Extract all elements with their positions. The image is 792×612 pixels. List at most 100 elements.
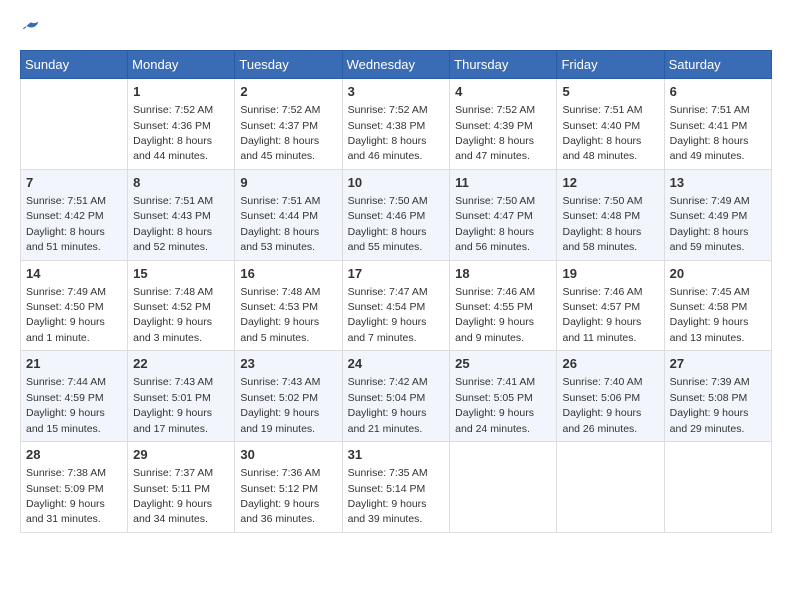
day-header-sunday: Sunday	[21, 51, 128, 79]
calendar-week-row: 7 Sunrise: 7:51 AM Sunset: 4:42 PM Daylig…	[21, 169, 772, 260]
day-info-text: Sunrise: 7:41 AM Sunset: 5:05 PM Dayligh…	[455, 376, 535, 434]
day-number: 23	[240, 355, 336, 373]
calendar-cell: 15 Sunrise: 7:48 AM Sunset: 4:52 PM Dayli…	[128, 260, 235, 351]
calendar-cell: 1 Sunrise: 7:52 AM Sunset: 4:36 PM Daylig…	[128, 79, 235, 170]
calendar-cell: 7 Sunrise: 7:51 AM Sunset: 4:42 PM Daylig…	[21, 169, 128, 260]
day-number: 1	[133, 83, 229, 101]
day-number: 24	[348, 355, 445, 373]
day-number: 19	[562, 265, 658, 283]
day-number: 31	[348, 446, 445, 464]
day-number: 26	[562, 355, 658, 373]
day-header-monday: Monday	[128, 51, 235, 79]
day-header-friday: Friday	[557, 51, 664, 79]
calendar-week-row: 14 Sunrise: 7:49 AM Sunset: 4:50 PM Dayli…	[21, 260, 772, 351]
calendar-cell: 21Sunrise: 7:44 AM Sunset: 4:59 PM Dayli…	[21, 351, 128, 442]
calendar-cell: 18Sunrise: 7:46 AM Sunset: 4:55 PM Dayli…	[450, 260, 557, 351]
calendar-cell: 19 Sunrise: 7:46 AM Sunset: 4:57 PM Dayli…	[557, 260, 664, 351]
logo	[20, 20, 40, 40]
calendar-cell: 8 Sunrise: 7:51 AM Sunset: 4:43 PM Daylig…	[128, 169, 235, 260]
day-number: 29	[133, 446, 229, 464]
day-number: 7	[26, 174, 122, 192]
calendar-cell: 2 Sunrise: 7:52 AM Sunset: 4:37 PM Daylig…	[235, 79, 342, 170]
day-number: 18	[455, 265, 551, 283]
day-number: 17	[348, 265, 445, 283]
calendar-table: SundayMondayTuesdayWednesdayThursdayFrid…	[20, 50, 772, 533]
calendar-cell: 23Sunrise: 7:43 AM Sunset: 5:02 PM Dayli…	[235, 351, 342, 442]
day-number: 2	[240, 83, 336, 101]
day-number: 6	[670, 83, 766, 101]
calendar-cell: 6 Sunrise: 7:51 AM Sunset: 4:41 PM Daylig…	[664, 79, 771, 170]
day-number: 15	[133, 265, 229, 283]
calendar-cell	[450, 442, 557, 533]
day-info-text: Sunrise: 7:51 AM Sunset: 4:41 PM Dayligh…	[670, 104, 750, 162]
day-number: 5	[562, 83, 658, 101]
day-info-text: Sunrise: 7:42 AM Sunset: 5:04 PM Dayligh…	[348, 376, 428, 434]
calendar-cell	[557, 442, 664, 533]
day-info-text: Sunrise: 7:50 AM Sunset: 4:46 PM Dayligh…	[348, 195, 428, 253]
day-number: 13	[670, 174, 766, 192]
day-info-text: Sunrise: 7:52 AM Sunset: 4:38 PM Dayligh…	[348, 104, 428, 162]
calendar-cell	[664, 442, 771, 533]
logo-bird-icon	[22, 20, 40, 38]
calendar-cell: 29Sunrise: 7:37 AM Sunset: 5:11 PM Dayli…	[128, 442, 235, 533]
day-info-text: Sunrise: 7:51 AM Sunset: 4:42 PM Dayligh…	[26, 195, 106, 253]
day-header-thursday: Thursday	[450, 51, 557, 79]
day-number: 28	[26, 446, 122, 464]
day-number: 8	[133, 174, 229, 192]
day-number: 9	[240, 174, 336, 192]
day-number: 22	[133, 355, 229, 373]
day-info-text: Sunrise: 7:46 AM Sunset: 4:57 PM Dayligh…	[562, 286, 642, 344]
calendar-cell: 13 Sunrise: 7:49 AM Sunset: 4:49 PM Dayli…	[664, 169, 771, 260]
calendar-cell: 12Sunrise: 7:50 AM Sunset: 4:48 PM Dayli…	[557, 169, 664, 260]
day-number: 16	[240, 265, 336, 283]
day-info-text: Sunrise: 7:36 AM Sunset: 5:12 PM Dayligh…	[240, 467, 320, 525]
day-info-text: Sunrise: 7:45 AM Sunset: 4:58 PM Dayligh…	[670, 286, 750, 344]
day-info-text: Sunrise: 7:50 AM Sunset: 4:47 PM Dayligh…	[455, 195, 535, 253]
day-info-text: Sunrise: 7:51 AM Sunset: 4:44 PM Dayligh…	[240, 195, 320, 253]
day-number: 30	[240, 446, 336, 464]
calendar-cell	[21, 79, 128, 170]
calendar-cell: 25 Sunrise: 7:41 AM Sunset: 5:05 PM Dayli…	[450, 351, 557, 442]
day-header-wednesday: Wednesday	[342, 51, 450, 79]
day-info-text: Sunrise: 7:48 AM Sunset: 4:52 PM Dayligh…	[133, 286, 213, 344]
day-number: 4	[455, 83, 551, 101]
day-number: 25	[455, 355, 551, 373]
calendar-cell: 4 Sunrise: 7:52 AM Sunset: 4:39 PM Daylig…	[450, 79, 557, 170]
day-info-text: Sunrise: 7:44 AM Sunset: 4:59 PM Dayligh…	[26, 376, 106, 434]
calendar-cell: 27Sunrise: 7:39 AM Sunset: 5:08 PM Dayli…	[664, 351, 771, 442]
calendar-week-row: 1 Sunrise: 7:52 AM Sunset: 4:36 PM Daylig…	[21, 79, 772, 170]
calendar-cell: 28 Sunrise: 7:38 AM Sunset: 5:09 PM Dayli…	[21, 442, 128, 533]
day-header-tuesday: Tuesday	[235, 51, 342, 79]
calendar-cell: 17 Sunrise: 7:47 AM Sunset: 4:54 PM Dayli…	[342, 260, 450, 351]
calendar-cell: 3Sunrise: 7:52 AM Sunset: 4:38 PM Daylig…	[342, 79, 450, 170]
day-info-text: Sunrise: 7:52 AM Sunset: 4:37 PM Dayligh…	[240, 104, 320, 162]
calendar-cell: 5 Sunrise: 7:51 AM Sunset: 4:40 PM Daylig…	[557, 79, 664, 170]
calendar-week-row: 21Sunrise: 7:44 AM Sunset: 4:59 PM Dayli…	[21, 351, 772, 442]
calendar-cell: 22Sunrise: 7:43 AM Sunset: 5:01 PM Dayli…	[128, 351, 235, 442]
calendar-cell: 9 Sunrise: 7:51 AM Sunset: 4:44 PM Daylig…	[235, 169, 342, 260]
day-info-text: Sunrise: 7:51 AM Sunset: 4:40 PM Dayligh…	[562, 104, 642, 162]
calendar-cell: 24 Sunrise: 7:42 AM Sunset: 5:04 PM Dayli…	[342, 351, 450, 442]
day-info-text: Sunrise: 7:38 AM Sunset: 5:09 PM Dayligh…	[26, 467, 106, 525]
calendar-cell: 16 Sunrise: 7:48 AM Sunset: 4:53 PM Dayli…	[235, 260, 342, 351]
page-header	[20, 20, 772, 40]
calendar-cell: 20Sunrise: 7:45 AM Sunset: 4:58 PM Dayli…	[664, 260, 771, 351]
day-info-text: Sunrise: 7:48 AM Sunset: 4:53 PM Dayligh…	[240, 286, 320, 344]
calendar-week-row: 28 Sunrise: 7:38 AM Sunset: 5:09 PM Dayli…	[21, 442, 772, 533]
day-info-text: Sunrise: 7:51 AM Sunset: 4:43 PM Dayligh…	[133, 195, 213, 253]
day-info-text: Sunrise: 7:52 AM Sunset: 4:39 PM Dayligh…	[455, 104, 535, 162]
calendar-cell: 30 Sunrise: 7:36 AM Sunset: 5:12 PM Dayli…	[235, 442, 342, 533]
day-info-text: Sunrise: 7:35 AM Sunset: 5:14 PM Dayligh…	[348, 467, 428, 525]
day-info-text: Sunrise: 7:49 AM Sunset: 4:50 PM Dayligh…	[26, 286, 106, 344]
day-number: 10	[348, 174, 445, 192]
day-info-text: Sunrise: 7:52 AM Sunset: 4:36 PM Dayligh…	[133, 104, 213, 162]
calendar-cell: 26Sunrise: 7:40 AM Sunset: 5:06 PM Dayli…	[557, 351, 664, 442]
day-number: 27	[670, 355, 766, 373]
day-number: 11	[455, 174, 551, 192]
day-info-text: Sunrise: 7:49 AM Sunset: 4:49 PM Dayligh…	[670, 195, 750, 253]
day-number: 14	[26, 265, 122, 283]
day-number: 12	[562, 174, 658, 192]
calendar-header-row: SundayMondayTuesdayWednesdayThursdayFrid…	[21, 51, 772, 79]
day-info-text: Sunrise: 7:47 AM Sunset: 4:54 PM Dayligh…	[348, 286, 428, 344]
day-header-saturday: Saturday	[664, 51, 771, 79]
